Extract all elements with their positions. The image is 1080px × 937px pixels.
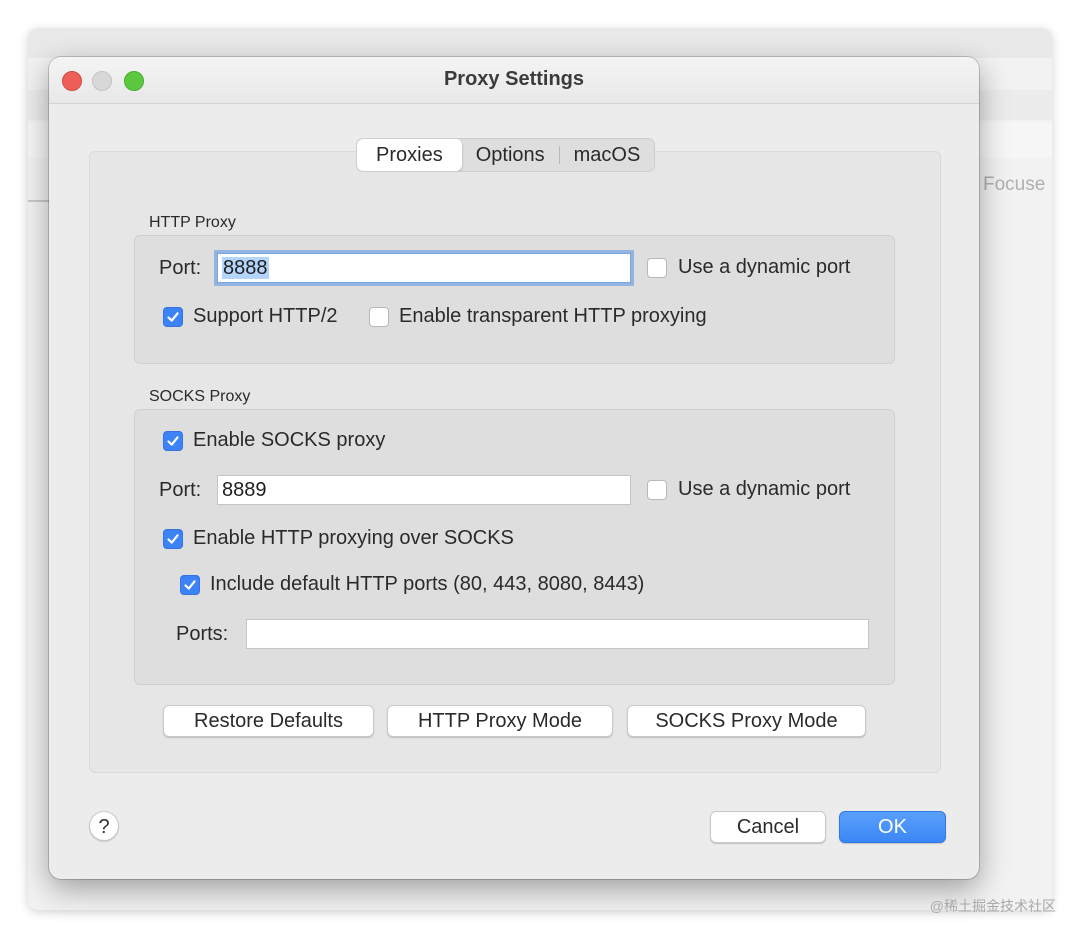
socks-port-input[interactable]: 8889	[217, 475, 631, 505]
cancel-button[interactable]: Cancel	[710, 811, 826, 843]
http-port-label: Port:	[159, 257, 202, 279]
titlebar: Proxy Settings	[49, 57, 979, 104]
checkmark-icon	[167, 312, 179, 322]
socks-proxy-mode-button[interactable]: SOCKS Proxy Mode	[627, 705, 866, 737]
enable-socks-label: Enable SOCKS proxy	[193, 429, 386, 451]
ports-label: Ports:	[176, 623, 229, 645]
socks-port-label: Port:	[159, 479, 202, 501]
http-proxy-mode-button[interactable]: HTTP Proxy Mode	[387, 705, 613, 737]
help-button[interactable]: ?	[89, 811, 119, 841]
background-partial-text: Focuse	[983, 174, 1046, 195]
socks-dynamic-port-label: Use a dynamic port	[678, 478, 851, 500]
http-dynamic-port-checkbox[interactable]	[647, 258, 667, 278]
http-port-input[interactable]: 8888	[217, 253, 631, 283]
tab-macos[interactable]: macOS	[560, 139, 655, 171]
dialog-title: Proxy Settings	[443, 68, 585, 90]
watermark: @稀土掘金技术社区	[929, 898, 1056, 914]
include-default-ports-checkbox[interactable]	[180, 575, 200, 595]
http-over-socks-label: Enable HTTP proxying over SOCKS	[193, 527, 514, 549]
ok-button[interactable]: OK	[839, 811, 946, 843]
transparent-proxying-checkbox[interactable]	[369, 307, 389, 327]
enable-socks-checkbox[interactable]	[163, 431, 183, 451]
background-divider	[28, 200, 50, 202]
http-proxy-heading: HTTP Proxy	[149, 214, 236, 231]
checkmark-icon	[167, 534, 179, 544]
tab-bar: Proxies Options macOS	[356, 138, 656, 172]
http-port-value: 8888	[222, 257, 269, 279]
include-default-ports-label: Include default HTTP ports (80, 443, 808…	[210, 573, 645, 595]
http-dynamic-port-label: Use a dynamic port	[678, 256, 851, 278]
socks-dynamic-port-checkbox[interactable]	[647, 480, 667, 500]
restore-defaults-button[interactable]: Restore Defaults	[163, 705, 374, 737]
proxy-settings-dialog: Proxy Settings Proxies Options macOS HTT…	[49, 57, 979, 879]
transparent-proxying-label: Enable transparent HTTP proxying	[399, 305, 707, 327]
support-http2-label: Support HTTP/2	[193, 305, 338, 327]
checkmark-icon	[184, 580, 196, 590]
background-titlebar	[28, 28, 1052, 58]
http-over-socks-checkbox[interactable]	[163, 529, 183, 549]
tab-proxies[interactable]: Proxies	[357, 139, 462, 171]
socks-proxy-heading: SOCKS Proxy	[149, 388, 251, 405]
tab-options[interactable]: Options	[462, 139, 559, 171]
checkmark-icon	[167, 436, 179, 446]
ports-input[interactable]	[246, 619, 869, 649]
support-http2-checkbox[interactable]	[163, 307, 183, 327]
